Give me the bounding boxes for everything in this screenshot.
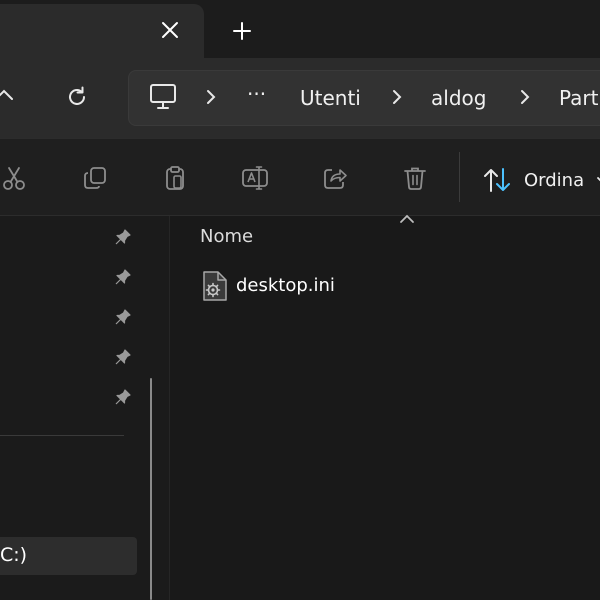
- close-icon: [162, 22, 178, 38]
- close-tab-button[interactable]: [152, 12, 188, 48]
- scissors-icon: [3, 167, 25, 190]
- breadcrumb-utenti[interactable]: Utenti: [300, 86, 361, 110]
- pin-icon[interactable]: [112, 306, 134, 328]
- file-row[interactable]: desktop.ini: [196, 266, 600, 306]
- breadcrumb-part[interactable]: Part: [559, 86, 598, 110]
- rename-button[interactable]: [235, 158, 275, 198]
- chevron-right-icon[interactable]: [518, 88, 532, 110]
- settings-file-icon: [202, 270, 228, 306]
- refresh-icon: [69, 86, 85, 105]
- arrow-up-icon: [0, 89, 13, 100]
- chevron-right-icon[interactable]: [390, 88, 404, 110]
- delete-button[interactable]: [395, 158, 435, 198]
- column-header-name[interactable]: Nome: [200, 226, 253, 247]
- pin-icon[interactable]: [112, 226, 134, 248]
- sort-button[interactable]: Ordina: [482, 160, 600, 200]
- pin-icon[interactable]: [112, 346, 134, 368]
- chevron-down-icon: [597, 177, 600, 182]
- up-button[interactable]: [0, 79, 22, 115]
- refresh-button[interactable]: [59, 79, 95, 115]
- nav-divider: [0, 435, 124, 436]
- toolbar-divider: [459, 152, 460, 202]
- file-name: desktop.ini: [236, 275, 335, 296]
- clipboard-icon: [166, 166, 184, 190]
- nav-item-local-disk-c[interactable]: C:): [0, 537, 137, 575]
- this-pc-icon[interactable]: [148, 82, 178, 116]
- plus-icon: [233, 22, 251, 40]
- new-tab-button[interactable]: [224, 13, 260, 49]
- pin-icon[interactable]: [112, 386, 134, 408]
- share-icon: [324, 169, 347, 189]
- copy-icon: [84, 167, 106, 189]
- breadcrumb-overflow[interactable]: ···: [247, 82, 266, 106]
- nav-scrollbar[interactable]: [150, 378, 152, 600]
- cut-button[interactable]: [0, 158, 34, 198]
- copy-button[interactable]: [75, 158, 115, 198]
- chevron-right-icon[interactable]: [204, 88, 218, 110]
- rename-icon: [242, 166, 268, 190]
- sort-label: Ordina: [524, 169, 585, 191]
- sort-arrows-icon: [484, 168, 510, 192]
- nav-item-label: C:): [0, 544, 28, 566]
- breadcrumb-aldog[interactable]: aldog: [431, 86, 486, 110]
- trash-icon: [404, 167, 426, 190]
- sort-indicator-icon: [397, 210, 417, 229]
- paste-button[interactable]: [155, 158, 195, 198]
- share-button[interactable]: [315, 158, 355, 198]
- pin-icon[interactable]: [112, 266, 134, 288]
